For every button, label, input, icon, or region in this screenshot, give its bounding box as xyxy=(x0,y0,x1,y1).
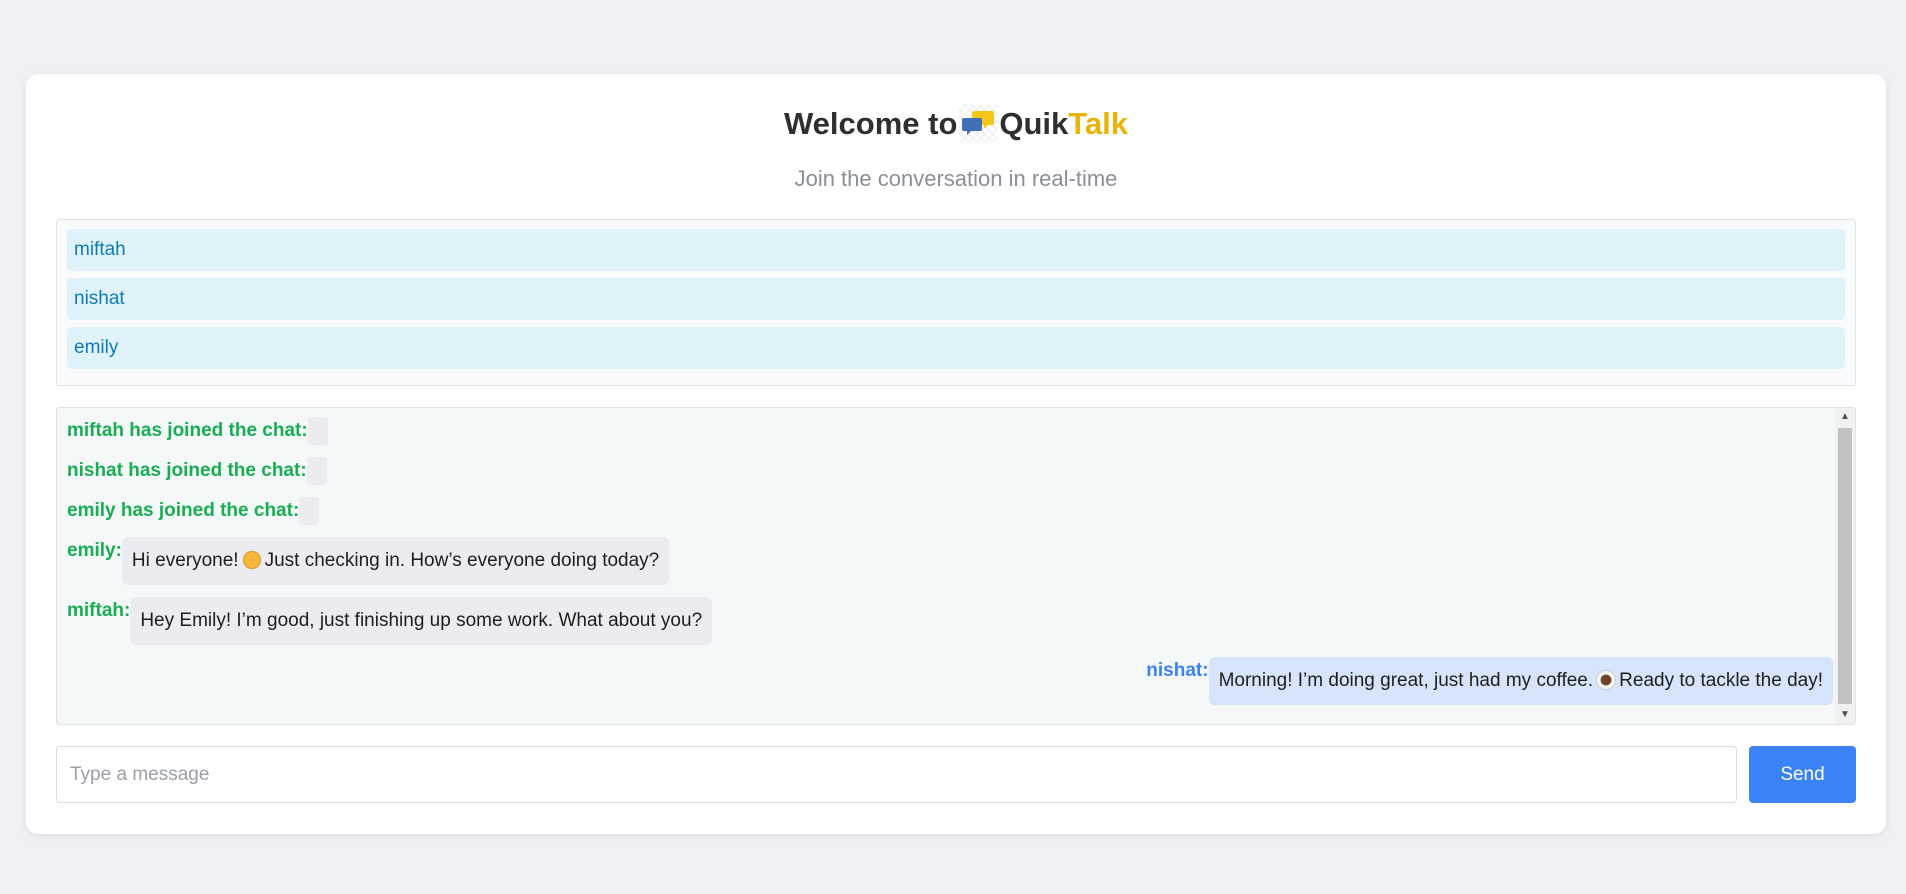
message-sender: miftah: xyxy=(67,600,131,621)
message-input[interactable] xyxy=(56,746,1737,803)
smiling-face-icon xyxy=(242,551,261,569)
chat-card: Welcome to QuikTalk Join the conversation… xyxy=(26,74,1886,834)
subtitle: Join the conversation in real-time xyxy=(794,166,1118,191)
message-text: Hi everyone! xyxy=(131,550,239,571)
scroll-up-arrow-icon[interactable]: ▲ xyxy=(1835,408,1855,426)
user-item-emily[interactable]: emily xyxy=(67,327,1845,369)
user-item-miftah[interactable]: miftah xyxy=(67,229,1845,271)
message-bubble xyxy=(299,497,320,525)
brand-name-part2: Talk xyxy=(1068,106,1129,141)
message-bubble xyxy=(307,417,328,445)
message-bubble: Hey Emily! I’m good, just finishing up s… xyxy=(130,597,713,645)
composer: Send xyxy=(56,746,1856,803)
message-sender: emily: xyxy=(67,540,122,561)
chat-bubbles-icon xyxy=(959,104,998,142)
message-bubble: Hi everyone! Just checking in. How’s ever… xyxy=(121,537,670,585)
message-area: miftah has joined the chat: nishat has j… xyxy=(67,408,1833,724)
message-text: Hey Emily! I’m good, just finishing up s… xyxy=(140,610,703,631)
title-prefix: Welcome to xyxy=(783,106,958,141)
scroll-thumb[interactable] xyxy=(1838,428,1852,704)
user-item-nishat[interactable]: nishat xyxy=(67,278,1845,320)
user-list: miftah nishat emily xyxy=(56,219,1856,386)
message-row: emily has joined the chat: xyxy=(67,497,1833,525)
message-sender: emily has joined the chat: xyxy=(67,500,300,521)
message-sender: nishat: xyxy=(1146,660,1209,681)
scroll-down-arrow-icon[interactable]: ▼ xyxy=(1835,706,1855,724)
message-bubble: Morning! I’m doing great, just had my co… xyxy=(1208,657,1833,705)
message-row: miftah has joined the chat: xyxy=(67,417,1833,445)
message-bubble xyxy=(306,457,327,485)
message-sender: nishat has joined the chat: xyxy=(67,460,307,481)
message-row: emily: Hi everyone! Just checking in. How’… xyxy=(67,537,1833,585)
message-sender: miftah has joined the chat: xyxy=(67,420,308,441)
message-text: Morning! I’m doing great, just had my co… xyxy=(1218,670,1594,691)
page-title: Welcome to QuikTalk xyxy=(26,104,1886,144)
message-text: Just checking in. How’s everyone doing t… xyxy=(264,550,660,571)
brand-name-part1: Quik xyxy=(999,106,1069,141)
send-button[interactable]: Send xyxy=(1749,746,1856,803)
message-row: miftah: Hey Emily! I’m good, just finishi… xyxy=(67,597,1833,645)
message-text: Ready to tackle the day! xyxy=(1619,670,1823,691)
message-row: nishat has joined the chat: xyxy=(67,457,1833,485)
scrollbar[interactable]: ▲ ▼ xyxy=(1835,408,1855,724)
message-list: miftah has joined the chat: nishat has j… xyxy=(56,407,1856,725)
message-row-self: nishat: Morning! I’m doing great, just ha… xyxy=(67,657,1833,705)
coffee-icon xyxy=(1597,671,1616,689)
